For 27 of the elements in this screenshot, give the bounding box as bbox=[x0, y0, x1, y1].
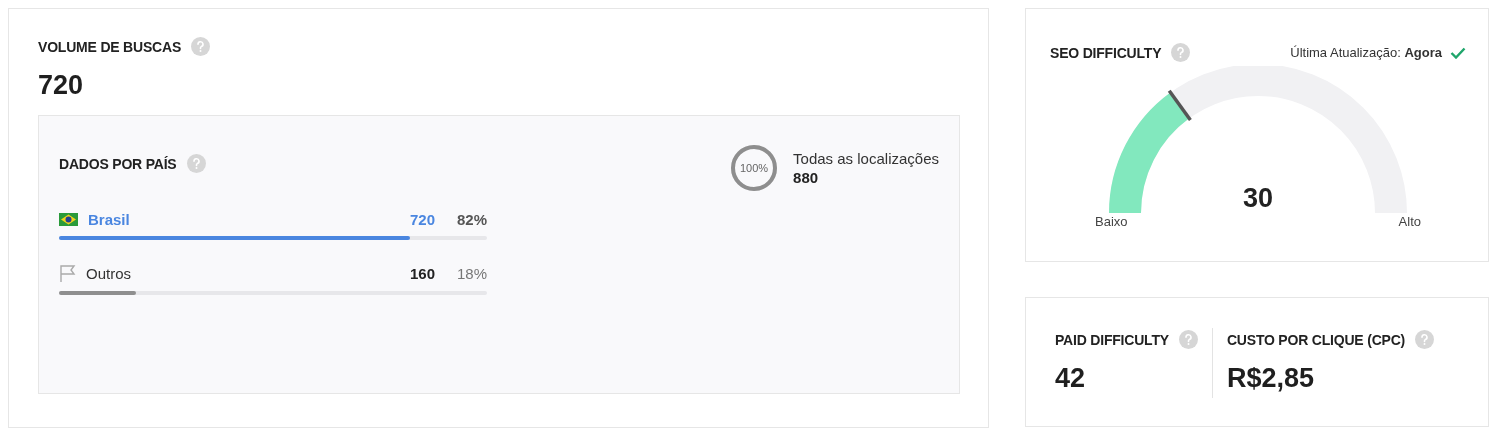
help-icon[interactable] bbox=[1171, 43, 1191, 62]
all-locations-value: 880 bbox=[793, 169, 820, 186]
help-icon[interactable] bbox=[191, 37, 211, 56]
country-volume: 720 bbox=[409, 211, 435, 228]
card-title: PAID DIFFICULTY bbox=[1055, 331, 1169, 348]
help-icon[interactable] bbox=[186, 154, 206, 173]
country-share: 82% bbox=[455, 211, 487, 228]
flag-icon bbox=[59, 264, 76, 283]
panel-title: DADOS POR PAÍS bbox=[59, 155, 177, 172]
help-icon[interactable] bbox=[1415, 330, 1435, 349]
card-title: CUSTO POR CLIQUE (CPC) bbox=[1226, 331, 1406, 348]
country-volume: 160 bbox=[409, 265, 435, 282]
help-icon[interactable] bbox=[1178, 330, 1198, 349]
search-volume-value: 720 bbox=[38, 70, 85, 101]
country-share: 18% bbox=[455, 265, 487, 282]
all-locations-label: Todas as localizações bbox=[793, 150, 939, 167]
paid-difficulty-value: 42 bbox=[1055, 363, 1087, 394]
percent-ring: 100% bbox=[729, 143, 780, 193]
difficulty-score: 30 bbox=[1243, 183, 1273, 213]
high-label: Alto bbox=[1398, 214, 1421, 229]
brazil-flag-icon bbox=[59, 213, 78, 226]
card-title: SEO DIFFICULTY bbox=[1050, 44, 1162, 61]
last-update-text: Última Atualização: Agora bbox=[1290, 45, 1442, 60]
card-title: VOLUME DE BUSCAS bbox=[38, 38, 182, 55]
country-name[interactable]: Outros bbox=[86, 265, 410, 282]
cpc-value: R$2,85 bbox=[1226, 363, 1315, 394]
low-label: Baixo bbox=[1095, 214, 1128, 229]
